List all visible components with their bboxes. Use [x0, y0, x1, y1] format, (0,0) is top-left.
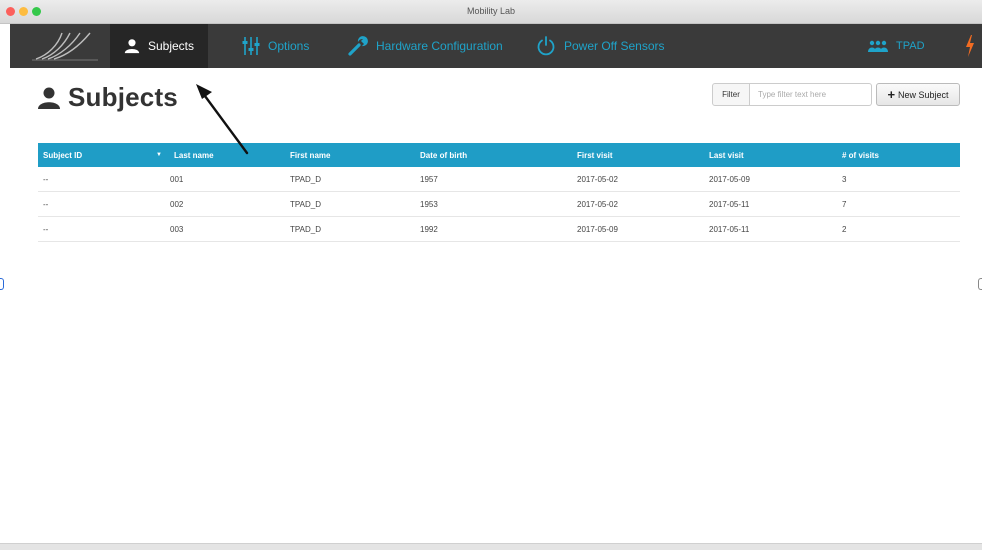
bolt-icon	[966, 35, 974, 57]
column-header-date-of-birth[interactable]: Date of birth	[413, 151, 561, 160]
cell-last-name: 002	[170, 199, 184, 209]
sliders-icon	[242, 37, 260, 55]
cell-first-name: TPAD_D	[290, 224, 321, 234]
page-header: Subjects	[38, 82, 178, 113]
cell-subject-id: --	[43, 224, 49, 234]
cell-first-name: TPAD_D	[290, 199, 321, 209]
new-subject-label: New Subject	[898, 89, 949, 100]
nav-subjects-label: Subjects	[147, 39, 194, 53]
table-row[interactable]: -- 003 TPAD_D 1992 2017-05-09 2017-05-11…	[38, 217, 960, 242]
cell-last-visit: 2017-05-11	[709, 199, 750, 209]
table-row[interactable]: -- 001 TPAD_D 1957 2017-05-02 2017-05-09…	[38, 167, 960, 192]
power-icon	[537, 36, 555, 56]
wrench-icon	[348, 36, 368, 56]
cell-last-visit: 2017-05-11	[709, 224, 750, 234]
nav-power-off-sensors[interactable]: Power Off Sensors	[536, 24, 665, 68]
nav-user-menu[interactable]: TPAD	[868, 24, 925, 68]
page-title: Subjects	[68, 82, 178, 112]
bolt-button[interactable]	[965, 24, 975, 68]
nav-subjects[interactable]: Subjects	[110, 24, 208, 68]
cell-subject-id: --	[43, 174, 49, 184]
cell-visit-count: 2	[842, 224, 847, 234]
new-subject-button[interactable]: + New Subject	[876, 83, 960, 106]
cell-date-of-birth: 1953	[420, 199, 438, 209]
mobility-lab-logo-icon	[32, 32, 98, 61]
nav-user-label: TPAD	[896, 40, 925, 52]
column-header-first-name[interactable]: First name	[283, 151, 413, 160]
table-header-row: Subject ID ▼ Last name First name Date o…	[38, 143, 960, 167]
cell-first-name: TPAD_D	[290, 174, 321, 184]
bottom-scrollbar[interactable]	[0, 543, 982, 550]
column-header-last-name[interactable]: ▼ Last name	[156, 151, 283, 160]
column-header-subject-id[interactable]: Subject ID	[38, 151, 156, 160]
nav-options-label: Options	[268, 39, 310, 53]
cell-visit-count: 7	[842, 199, 847, 209]
column-header-last-name-label: Last name	[174, 150, 214, 160]
nav-power-label: Power Off Sensors	[564, 39, 665, 53]
users-icon	[868, 40, 888, 52]
cell-subject-id: --	[43, 199, 49, 209]
cell-last-name: 001	[170, 174, 184, 184]
column-header-last-visit[interactable]: Last visit	[692, 151, 825, 160]
nav-hardware-configuration[interactable]: Hardware Configuration	[348, 24, 503, 68]
right-edge-handle	[978, 278, 982, 290]
window-title: Mobility Lab	[466, 6, 516, 16]
window-titlebar: Mobility Lab	[0, 0, 982, 24]
cell-first-visit: 2017-05-09	[577, 224, 618, 234]
filter-label: Filter	[712, 83, 750, 106]
nav-hardware-label: Hardware Configuration	[376, 39, 503, 53]
left-edge-handle	[0, 278, 4, 290]
cell-date-of-birth: 1992	[420, 224, 438, 234]
subjects-table: Subject ID ▼ Last name First name Date o…	[38, 143, 960, 242]
cell-visit-count: 3	[842, 174, 847, 184]
sort-descending-icon: ▼	[156, 151, 162, 158]
plus-icon: +	[887, 87, 896, 102]
table-row[interactable]: -- 002 TPAD_D 1953 2017-05-02 2017-05-11…	[38, 192, 960, 217]
user-icon	[38, 87, 60, 109]
user-icon	[124, 39, 140, 54]
cell-last-visit: 2017-05-09	[709, 174, 750, 184]
column-header-visit-count[interactable]: # of visits	[825, 151, 960, 160]
cell-last-name: 003	[170, 224, 184, 234]
column-header-first-visit[interactable]: First visit	[561, 151, 692, 160]
filter-group: Filter	[712, 83, 872, 106]
cell-date-of-birth: 1957	[420, 174, 438, 184]
nav-options[interactable]: Options	[242, 24, 309, 68]
cell-first-visit: 2017-05-02	[577, 174, 618, 184]
filter-input[interactable]	[750, 83, 872, 106]
main-navbar: Subjects Options Hardware Configuration …	[10, 24, 982, 68]
cell-first-visit: 2017-05-02	[577, 199, 618, 209]
